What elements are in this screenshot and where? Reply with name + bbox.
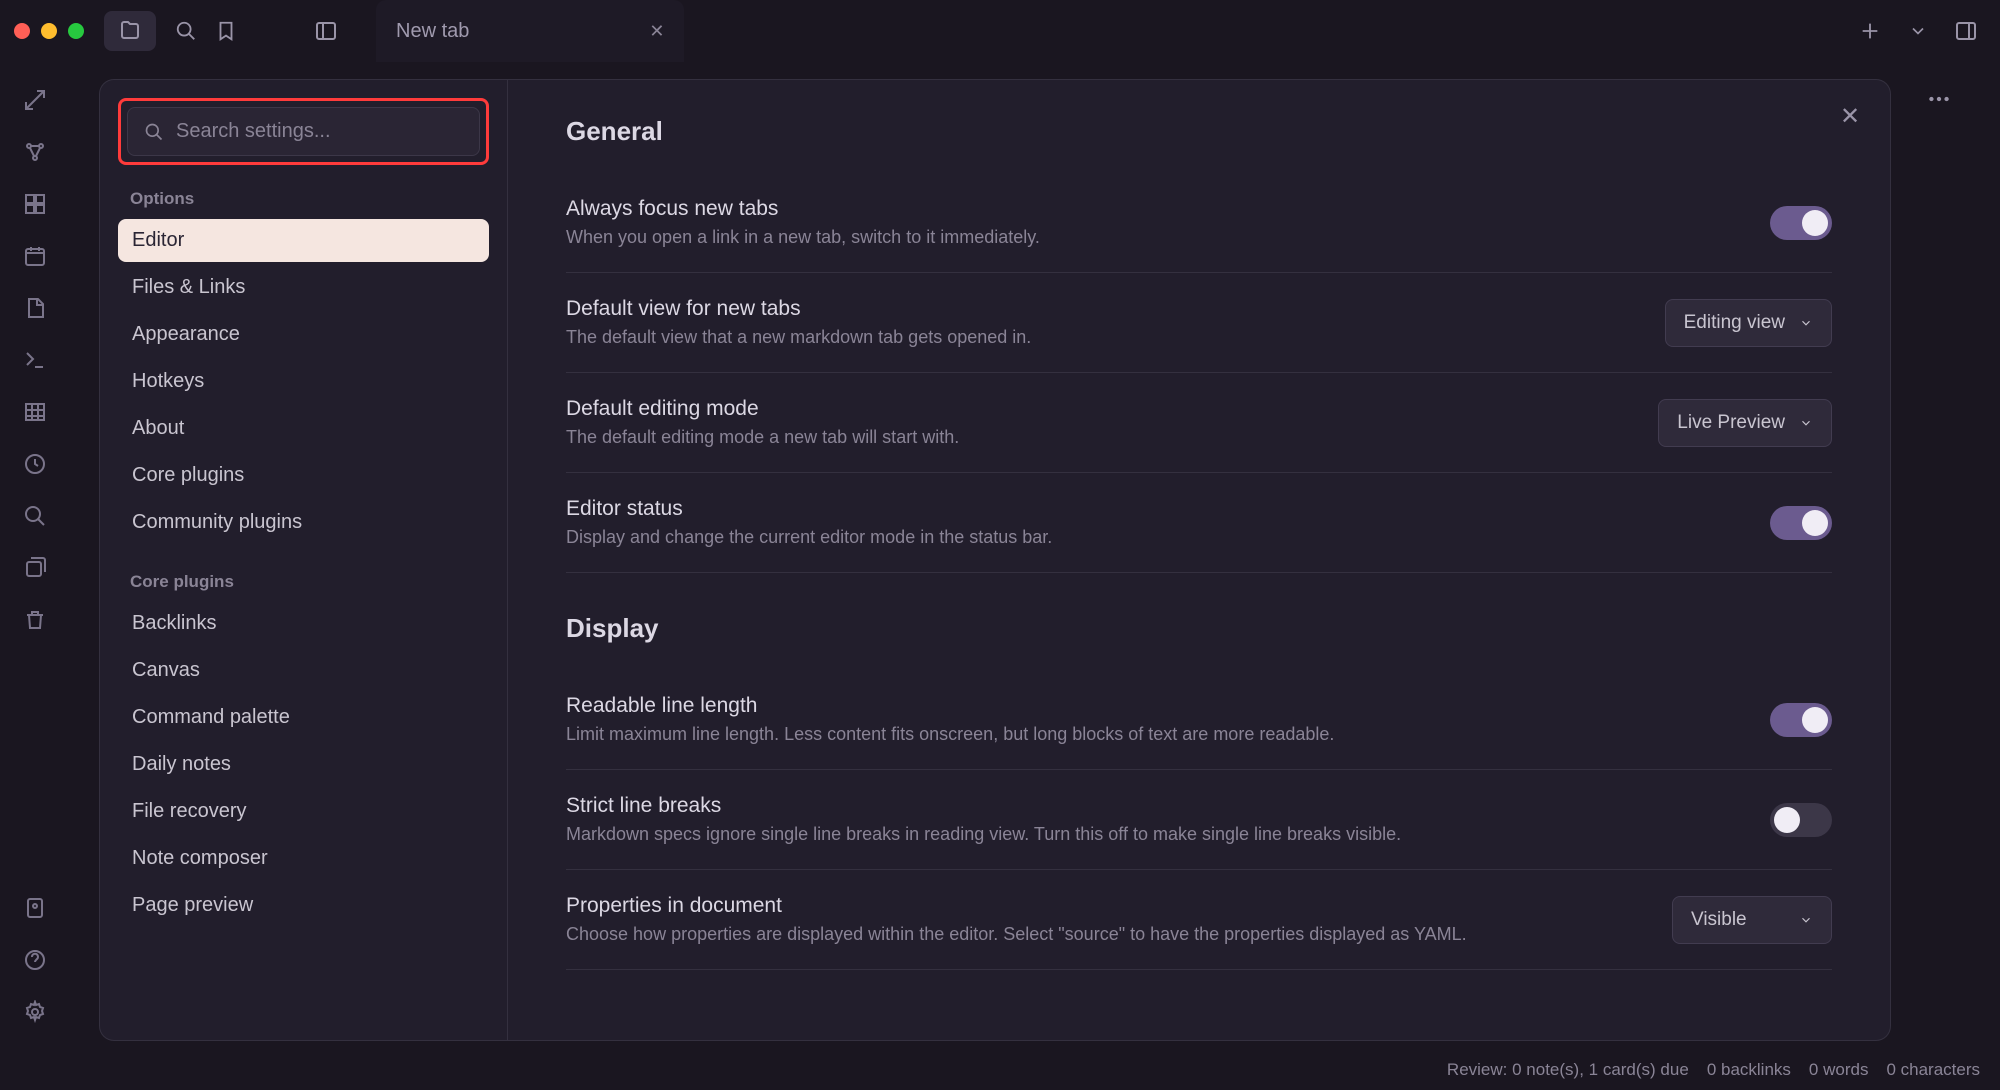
dropdown-properties[interactable]: Visible bbox=[1672, 896, 1832, 944]
chevron-down-icon bbox=[1799, 913, 1813, 927]
setting-properties: Properties in document Choose how proper… bbox=[566, 870, 1832, 970]
nav-core-plugins[interactable]: Core plugins bbox=[118, 454, 489, 497]
toggle-readable-line[interactable] bbox=[1770, 703, 1832, 737]
setting-desc: Markdown specs ignore single line breaks… bbox=[566, 824, 1750, 845]
setting-desc: The default editing mode a new tab will … bbox=[566, 427, 1638, 448]
settings-modal: Options Editor Files & Links Appearance … bbox=[100, 80, 1890, 1040]
settings-icon[interactable] bbox=[21, 998, 49, 1026]
nav-about[interactable]: About bbox=[118, 407, 489, 450]
section-options-label: Options bbox=[130, 189, 489, 209]
dropdown-value: Visible bbox=[1691, 909, 1747, 931]
status-review[interactable]: Review: 0 note(s), 1 card(s) due bbox=[1447, 1060, 1689, 1080]
review-icon[interactable] bbox=[21, 450, 49, 478]
setting-editor-status: Editor status Display and change the cur… bbox=[566, 473, 1832, 573]
setting-desc: Limit maximum line length. Less content … bbox=[566, 724, 1750, 745]
nav-note-composer[interactable]: Note composer bbox=[118, 837, 489, 880]
section-core-label: Core plugins bbox=[130, 572, 489, 592]
nav-editor[interactable]: Editor bbox=[118, 219, 489, 262]
search-input[interactable] bbox=[176, 120, 463, 143]
toggle-strict-line[interactable] bbox=[1770, 803, 1832, 837]
tab-dropdown-icon[interactable] bbox=[1898, 11, 1938, 51]
setting-default-mode: Default editing mode The default editing… bbox=[566, 373, 1832, 473]
dropdown-default-mode[interactable]: Live Preview bbox=[1658, 399, 1832, 447]
search-rail-icon[interactable] bbox=[21, 502, 49, 530]
note-icon[interactable] bbox=[21, 294, 49, 322]
setting-title: Default view for new tabs bbox=[566, 297, 1645, 321]
setting-title: Default editing mode bbox=[566, 397, 1638, 421]
table-icon[interactable] bbox=[21, 398, 49, 426]
setting-always-focus: Always focus new tabs When you open a li… bbox=[566, 173, 1832, 273]
canvas-icon[interactable] bbox=[21, 190, 49, 218]
toggle-editor-status[interactable] bbox=[1770, 506, 1832, 540]
close-modal-icon[interactable]: ✕ bbox=[1834, 100, 1866, 132]
titlebar: New tab ✕ bbox=[0, 0, 2000, 62]
left-rail bbox=[0, 62, 70, 1050]
location-icon[interactable] bbox=[21, 894, 49, 922]
setting-desc: The default view that a new markdown tab… bbox=[566, 327, 1645, 348]
graph-view-icon[interactable] bbox=[21, 138, 49, 166]
search-icon bbox=[144, 122, 164, 142]
setting-title: Always focus new tabs bbox=[566, 197, 1750, 221]
window-controls bbox=[14, 23, 84, 39]
trash-icon[interactable] bbox=[21, 606, 49, 634]
toggle-always-focus[interactable] bbox=[1770, 206, 1832, 240]
maximize-window[interactable] bbox=[68, 23, 84, 39]
section-display-heading: Display bbox=[566, 613, 1832, 644]
nav-hotkeys[interactable]: Hotkeys bbox=[118, 360, 489, 403]
chevron-down-icon bbox=[1799, 416, 1813, 430]
help-icon[interactable] bbox=[21, 946, 49, 974]
setting-desc: When you open a link in a new tab, switc… bbox=[566, 227, 1750, 248]
nav-files-links[interactable]: Files & Links bbox=[118, 266, 489, 309]
tab-new[interactable]: New tab ✕ bbox=[376, 0, 684, 62]
nav-community-plugins[interactable]: Community plugins bbox=[118, 501, 489, 544]
search-highlight bbox=[118, 98, 489, 165]
quick-switcher-icon[interactable] bbox=[21, 86, 49, 114]
nav-daily-notes[interactable]: Daily notes bbox=[118, 743, 489, 786]
settings-content: ✕ General Always focus new tabs When you… bbox=[508, 80, 1890, 1040]
setting-desc: Choose how properties are displayed with… bbox=[566, 924, 1652, 945]
new-tab-icon[interactable] bbox=[1850, 11, 1890, 51]
chevron-down-icon bbox=[1799, 316, 1813, 330]
setting-desc: Display and change the current editor mo… bbox=[566, 527, 1750, 548]
setting-title: Readable line length bbox=[566, 694, 1750, 718]
setting-readable-line: Readable line length Limit maximum line … bbox=[566, 670, 1832, 770]
minimize-window[interactable] bbox=[41, 23, 57, 39]
dropdown-value: Editing view bbox=[1684, 312, 1785, 334]
nav-page-preview[interactable]: Page preview bbox=[118, 884, 489, 927]
command-palette-icon[interactable] bbox=[21, 346, 49, 374]
nav-file-recovery[interactable]: File recovery bbox=[118, 790, 489, 833]
status-words: 0 words bbox=[1809, 1060, 1869, 1080]
right-sidebar-toggle[interactable] bbox=[1946, 11, 1986, 51]
more-options-icon[interactable] bbox=[1926, 86, 1952, 112]
daily-note-icon[interactable] bbox=[21, 242, 49, 270]
nav-appearance[interactable]: Appearance bbox=[118, 313, 489, 356]
close-window[interactable] bbox=[14, 23, 30, 39]
settings-sidebar: Options Editor Files & Links Appearance … bbox=[100, 80, 508, 1040]
close-tab-icon[interactable]: ✕ bbox=[649, 21, 664, 42]
nav-canvas[interactable]: Canvas bbox=[118, 649, 489, 692]
nav-backlinks[interactable]: Backlinks bbox=[118, 602, 489, 645]
dropdown-value: Live Preview bbox=[1677, 412, 1785, 434]
setting-title: Editor status bbox=[566, 497, 1750, 521]
status-backlinks[interactable]: 0 backlinks bbox=[1707, 1060, 1791, 1080]
tab-label: New tab bbox=[396, 20, 469, 43]
statusbar: Review: 0 note(s), 1 card(s) due 0 backl… bbox=[0, 1050, 2000, 1090]
setting-strict-line: Strict line breaks Markdown specs ignore… bbox=[566, 770, 1832, 870]
flashcards-icon[interactable] bbox=[21, 554, 49, 582]
section-general-heading: General bbox=[566, 116, 1832, 147]
bookmark-icon[interactable] bbox=[206, 11, 246, 51]
status-characters: 0 characters bbox=[1886, 1060, 1980, 1080]
dropdown-default-view[interactable]: Editing view bbox=[1665, 299, 1832, 347]
left-sidebar-toggle[interactable] bbox=[306, 11, 346, 51]
setting-default-view: Default view for new tabs The default vi… bbox=[566, 273, 1832, 373]
nav-command-palette[interactable]: Command palette bbox=[118, 696, 489, 739]
search-settings[interactable] bbox=[127, 107, 480, 156]
setting-title: Strict line breaks bbox=[566, 794, 1750, 818]
vault-switcher[interactable] bbox=[104, 11, 156, 51]
setting-title: Properties in document bbox=[566, 894, 1652, 918]
search-icon[interactable] bbox=[166, 11, 206, 51]
